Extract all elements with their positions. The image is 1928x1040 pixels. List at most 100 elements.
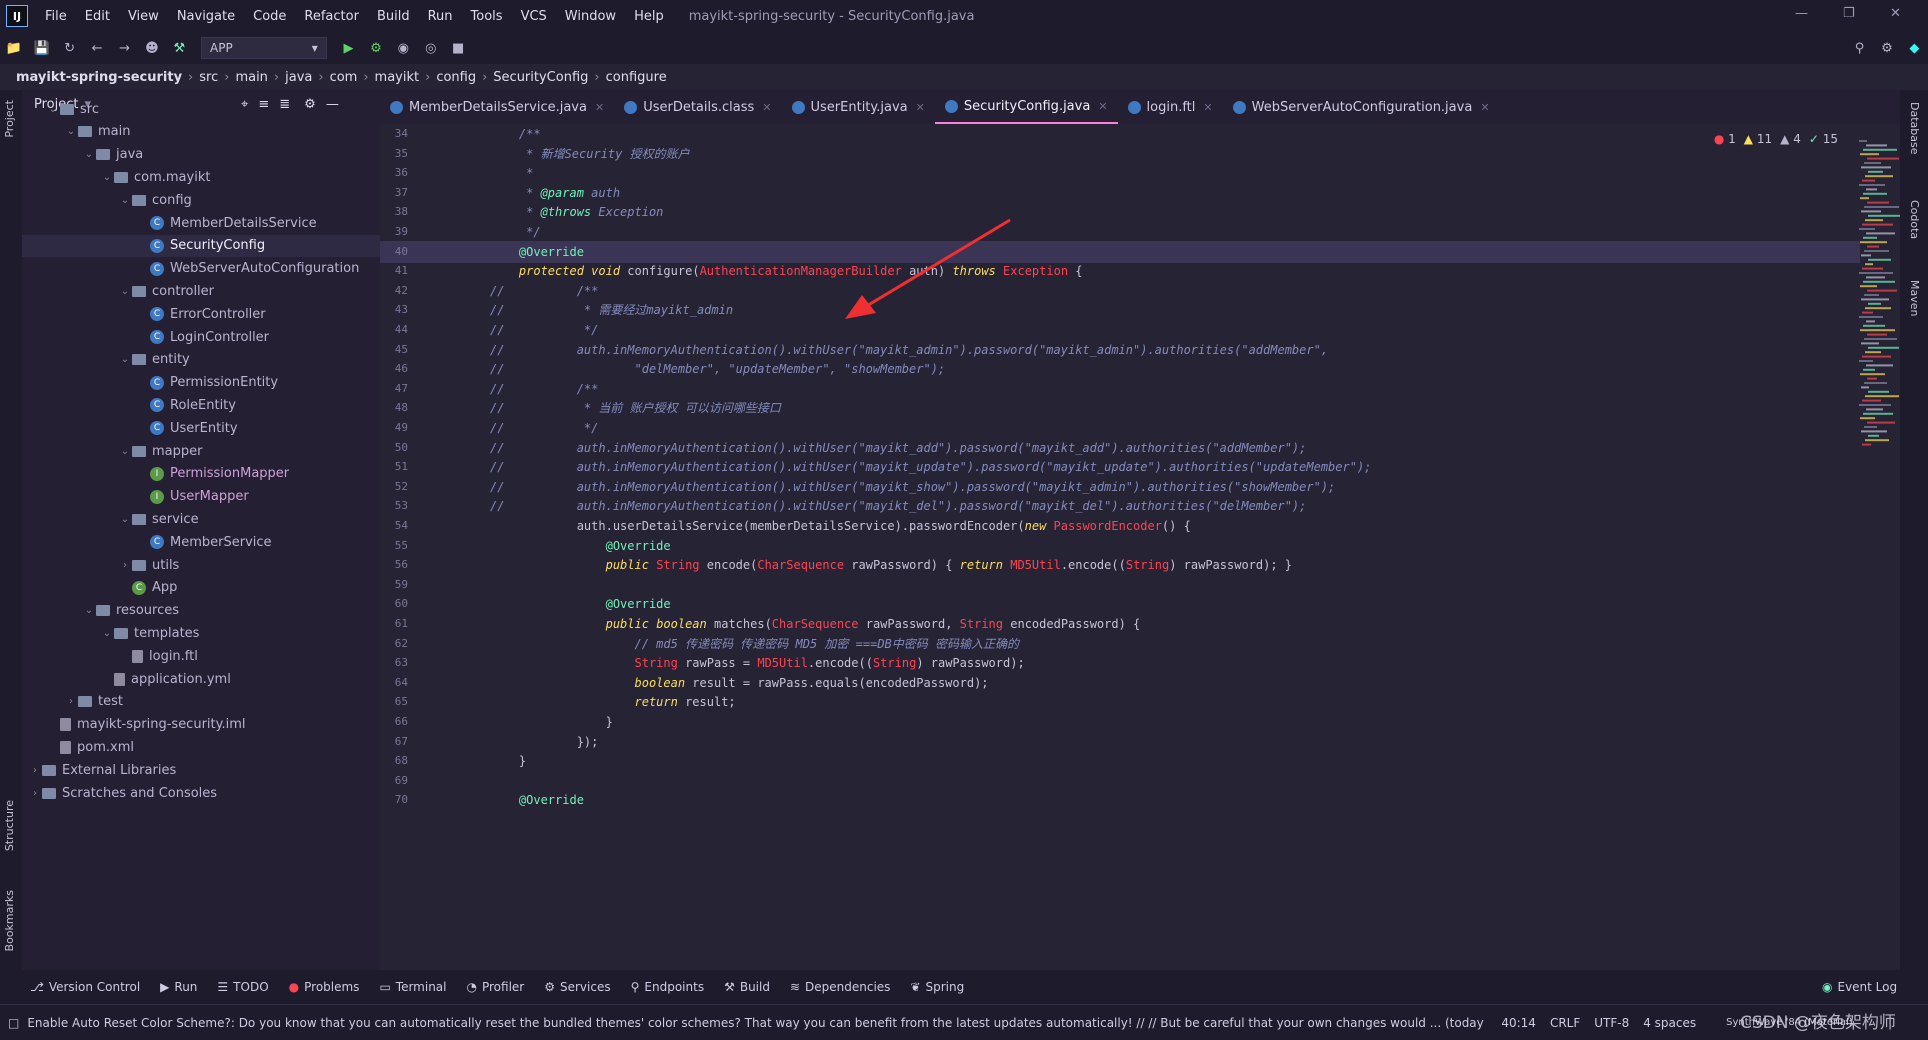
code-line[interactable]: String rawPass = MD5Util.encode((String)… <box>490 653 1025 673</box>
maven-tool-label[interactable]: Maven <box>1908 280 1921 316</box>
tree-item-webserverautoconfiguration[interactable]: C WebServerAutoConfiguration <box>22 258 380 280</box>
chevron-down-icon[interactable]: ⌄ <box>118 286 132 297</box>
breadcrumb-item[interactable]: configure <box>606 70 667 85</box>
save-icon[interactable]: 💾 <box>34 40 50 56</box>
chevron-down-icon[interactable]: ⌄ <box>100 172 114 183</box>
code-line[interactable]: // auth.inMemoryAuthentication().withUse… <box>490 477 1335 497</box>
editor-tab[interactable]: login.ftl ✕ <box>1118 90 1223 124</box>
chevron-right-icon[interactable]: › <box>28 788 42 799</box>
close-tab-icon[interactable]: ✕ <box>762 101 771 114</box>
cursor-position[interactable]: 40:14 <box>1501 1016 1536 1030</box>
close-tab-icon[interactable]: ✕ <box>595 101 604 114</box>
database-tool-label[interactable]: Database <box>1908 102 1921 155</box>
code-line[interactable]: @Override <box>490 536 671 556</box>
code-line[interactable]: // auth.inMemoryAuthentication().withUse… <box>490 438 1306 458</box>
tool-services[interactable]: ⚙ Services <box>544 980 610 994</box>
code-line[interactable]: }); <box>490 732 599 752</box>
tree-item-scratches-and-consoles[interactable]: › Scratches and Consoles <box>22 782 380 804</box>
menu-view[interactable]: View <box>119 9 168 24</box>
tool-dependencies[interactable]: ≋ Dependencies <box>790 980 890 994</box>
tree-item-entity[interactable]: ⌄ entity <box>22 349 380 371</box>
sync-icon[interactable]: ↻ <box>62 40 77 56</box>
search-everywhere-icon[interactable]: ⚲ <box>1852 40 1867 56</box>
debug-icon[interactable]: ⚙ <box>368 40 383 56</box>
build-hammer-icon[interactable]: ⚒ <box>172 40 187 56</box>
status-message[interactable]: Enable Auto Reset Color Scheme?: Do you … <box>27 1016 1487 1030</box>
inspection-widget[interactable]: ● 1 ▲ 11 ▲ 4 ✓ 15 <box>1714 132 1838 146</box>
editor-tab[interactable]: SecurityConfig.java ✕ <box>934 90 1118 124</box>
chevron-down-icon[interactable]: ⌄ <box>118 446 132 457</box>
tool-run[interactable]: ▶ Run <box>160 980 197 994</box>
menu-build[interactable]: Build <box>368 9 419 24</box>
menu-vcs[interactable]: VCS <box>512 9 556 24</box>
menu-navigate[interactable]: Navigate <box>168 9 244 24</box>
chevron-down-icon[interactable]: ⌄ <box>118 514 132 525</box>
tree-item-app[interactable]: C App <box>22 577 380 599</box>
breadcrumb-item[interactable]: mayikt <box>375 70 420 85</box>
indent-setting[interactable]: 4 spaces <box>1643 1016 1696 1030</box>
code-line[interactable]: return result; <box>490 692 736 712</box>
tree-item-resources[interactable]: ⌄ resources <box>22 600 380 622</box>
tree-item-login-ftl[interactable]: login.ftl <box>22 645 380 667</box>
close-tab-icon[interactable]: ✕ <box>1480 101 1489 114</box>
restore-icon[interactable]: ❐ <box>1843 6 1855 21</box>
chevron-down-icon[interactable]: ⌄ <box>118 354 132 365</box>
event-log-button[interactable]: ◉ Event Log <box>1822 980 1897 994</box>
editor-tab[interactable]: UserEntity.java ✕ <box>782 90 935 124</box>
menu-edit[interactable]: Edit <box>76 9 119 24</box>
tree-item-src[interactable]: ⌄ src <box>22 98 380 120</box>
code-line[interactable]: auth.userDetailsService(memberDetailsSer… <box>490 516 1191 536</box>
code-line[interactable]: // auth.inMemoryAuthentication().withUse… <box>490 457 1371 477</box>
tree-item-mayikt-spring-security-iml[interactable]: mayikt-spring-security.iml <box>22 714 380 736</box>
forward-icon[interactable]: → <box>117 40 132 56</box>
menu-code[interactable]: Code <box>244 9 295 24</box>
code-line[interactable]: // */ <box>490 418 598 438</box>
tree-item-errorcontroller[interactable]: C ErrorController <box>22 303 380 325</box>
chevron-down-icon[interactable]: ⌄ <box>118 195 132 206</box>
tree-item-memberdetailsservice[interactable]: C MemberDetailsService <box>22 212 380 234</box>
line-separator[interactable]: CRLF <box>1550 1016 1580 1030</box>
breadcrumb-item[interactable]: SecurityConfig <box>493 70 588 85</box>
menu-window[interactable]: Window <box>556 9 625 24</box>
code-line[interactable]: // md5 传递密码 传递密码 MD5 加密 ===DB中密码 密码输入正确的 <box>490 634 1020 654</box>
chevron-down-icon[interactable]: ⌄ <box>82 149 96 160</box>
breadcrumb-item[interactable]: mayikt-spring-security <box>16 70 182 85</box>
code-line[interactable]: boolean result = rawPass.equals(encodedP… <box>490 673 989 693</box>
code-line[interactable]: @Override <box>490 242 584 262</box>
back-icon[interactable]: ← <box>89 40 104 56</box>
code-minimap[interactable] <box>1855 140 1900 460</box>
user-icon[interactable]: ☻ <box>144 40 159 56</box>
tool-version-control[interactable]: ⎇ Version Control <box>30 980 140 994</box>
code-line[interactable]: @Override <box>490 790 584 810</box>
breadcrumb-item[interactable]: java <box>285 70 312 85</box>
plugin-icon[interactable]: ◆ <box>1907 40 1922 56</box>
tree-item-userentity[interactable]: C UserEntity <box>22 417 380 439</box>
menu-help[interactable]: Help <box>625 9 673 24</box>
tree-item-controller[interactable]: ⌄ controller <box>22 280 380 302</box>
chevron-down-icon[interactable]: ⌄ <box>100 628 114 639</box>
bookmarks-tool-label[interactable]: Bookmarks <box>3 890 16 951</box>
code-line[interactable]: // * 需要经过mayikt_admin <box>490 300 733 320</box>
minimize-icon[interactable]: — <box>1795 6 1808 21</box>
menu-run[interactable]: Run <box>419 9 462 24</box>
tree-item-test[interactable]: › test <box>22 691 380 713</box>
coverage-icon[interactable]: ◉ <box>396 40 411 56</box>
profile-icon[interactable]: ◎ <box>423 40 438 56</box>
tree-item-application-yml[interactable]: application.yml <box>22 668 380 690</box>
breadcrumb-item[interactable]: com <box>330 70 358 85</box>
menu-tools[interactable]: Tools <box>462 9 512 24</box>
code-line[interactable]: // auth.inMemoryAuthentication().withUse… <box>490 340 1328 360</box>
menu-refactor[interactable]: Refactor <box>295 9 368 24</box>
editor-tab[interactable]: MemberDetailsService.java ✕ <box>380 90 614 124</box>
tool-build[interactable]: ⚒ Build <box>724 980 770 994</box>
tree-item-permissionentity[interactable]: C PermissionEntity <box>22 372 380 394</box>
code-line[interactable]: // auth.inMemoryAuthentication().withUse… <box>490 496 1306 516</box>
project-tool-label[interactable]: Project <box>3 100 16 138</box>
run-icon[interactable]: ▶ <box>341 40 356 56</box>
open-folder-icon[interactable]: 📁 <box>6 40 22 56</box>
code-line[interactable]: } <box>490 712 613 732</box>
code-line[interactable]: /** <box>490 124 541 144</box>
settings-gear-icon[interactable]: ⚙ <box>1879 40 1894 56</box>
tree-item-securityconfig[interactable]: C SecurityConfig <box>22 234 380 257</box>
code-line[interactable]: // */ <box>490 320 598 340</box>
